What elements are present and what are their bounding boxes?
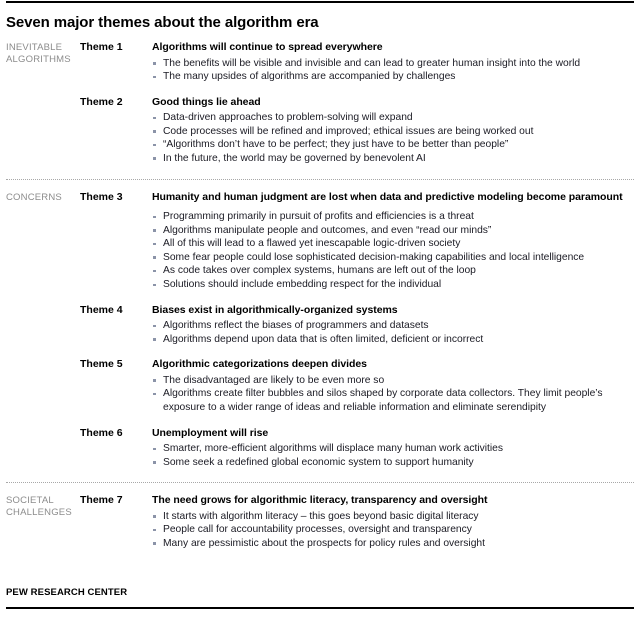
theme-body-4: Biases exist in algorithmically-organize… xyxy=(152,304,634,347)
list-item: People call for accountability processes… xyxy=(152,523,634,537)
theme-label-5: Theme 5 xyxy=(80,358,123,371)
theme-label-4: Theme 4 xyxy=(80,303,123,316)
theme-row: INEVITABLE ALGORITHMS Theme 1 Algorithms… xyxy=(6,41,634,84)
category-label-concerns: CONCERNS xyxy=(6,191,62,203)
theme-label-1: Theme 1 xyxy=(80,41,123,53)
report-sheet: Seven major themes about the algorithm e… xyxy=(0,1,640,617)
theme-bullets-2: Data-driven approaches to problem-solvin… xyxy=(152,111,634,165)
theme-body-1: Algorithms will continue to spread every… xyxy=(152,41,634,84)
theme-bullets-5: The disadvantaged are likely to be even … xyxy=(152,374,634,415)
category-label-societal-challenges: SOCIETAL CHALLENGES xyxy=(6,495,72,518)
list-item: “Algorithms don’t have to be perfect; th… xyxy=(152,138,634,152)
theme-row: Theme 2 Good things lie ahead Data-drive… xyxy=(6,96,634,166)
list-item: The many upsides of algorithms are accom… xyxy=(152,70,634,84)
bottom-rule xyxy=(6,607,634,609)
theme-heading-1: Algorithms will continue to spread every… xyxy=(152,41,383,53)
list-item: As code takes over complex systems, huma… xyxy=(152,264,634,278)
list-item: Algorithms depend upon data that is ofte… xyxy=(152,333,634,347)
list-item: Programming primarily in pursuit of prof… xyxy=(152,210,634,224)
theme-label-7: Theme 7 xyxy=(80,494,123,507)
list-item: Algorithms manipulate people and outcome… xyxy=(152,224,634,238)
theme-row: SOCIETAL CHALLENGES Theme 7 The need gro… xyxy=(6,494,634,550)
list-item: Algorithms create filter bubbles and sil… xyxy=(152,387,634,414)
theme-row: Theme 5 Algorithmic categorizations deep… xyxy=(6,358,634,414)
list-item: In the future, the world may be governed… xyxy=(152,152,634,166)
list-item: Algorithms reflect the biases of program… xyxy=(152,319,634,333)
list-item: Code processes will be refined and impro… xyxy=(152,125,634,139)
theme-bullets-7: It starts with algorithm literacy – this… xyxy=(152,510,634,551)
theme-bullets-1: The benefits will be visible and invisib… xyxy=(152,57,634,84)
theme-heading-2: Good things lie ahead xyxy=(152,95,261,108)
theme-label-3: Theme 3 xyxy=(80,190,123,203)
theme-body-2: Good things lie ahead Data-driven approa… xyxy=(152,96,634,166)
list-item: The disadvantaged are likely to be even … xyxy=(152,374,634,388)
list-item: Some fear people could lose sophisticate… xyxy=(152,251,634,265)
category-spacer xyxy=(6,358,80,359)
theme-row: Theme 4 Biases exist in algorithmically-… xyxy=(6,304,634,347)
theme-body-7: The need grows for algorithmic literacy,… xyxy=(152,494,634,550)
category-label-inevitable-algorithms: INEVITABLE ALGORITHMS xyxy=(6,42,71,65)
list-item: Some seek a redefined global economic sy… xyxy=(152,456,634,470)
theme-heading-7: The need grows for algorithmic literacy,… xyxy=(152,494,488,507)
list-item: Data-driven approaches to problem-solvin… xyxy=(152,111,634,125)
list-item: The benefits will be visible and invisib… xyxy=(152,57,634,71)
theme-row: Theme 6 Unemployment will rise Smarter, … xyxy=(6,427,634,470)
list-item: Solutions should include embedding respe… xyxy=(152,278,634,292)
category-spacer xyxy=(6,304,80,305)
theme-bullets-3: Programming primarily in pursuit of prof… xyxy=(152,210,634,292)
list-item: Smarter, more-efficient algorithms will … xyxy=(152,442,634,456)
section-inevitable-algorithms: INEVITABLE ALGORITHMS Theme 1 Algorithms… xyxy=(6,41,634,166)
list-item: Many are pessimistic about the prospects… xyxy=(152,537,634,551)
theme-row: CONCERNS Theme 3 Humanity and human judg… xyxy=(6,191,634,292)
theme-body-3: Humanity and human judgment are lost whe… xyxy=(152,191,634,292)
category-spacer xyxy=(6,427,80,428)
theme-heading-4: Biases exist in algorithmically-organize… xyxy=(152,303,398,316)
section-societal-challenges: SOCIETAL CHALLENGES Theme 7 The need gro… xyxy=(6,494,634,550)
list-item: It starts with algorithm literacy – this… xyxy=(152,510,634,524)
theme-heading-6: Unemployment will rise xyxy=(152,426,269,439)
theme-label-6: Theme 6 xyxy=(80,426,123,439)
list-item: All of this will lead to a flawed yet in… xyxy=(152,237,634,251)
source-label: PEW RESEARCH CENTER xyxy=(6,587,128,598)
theme-heading-3: Humanity and human judgment are lost whe… xyxy=(152,190,623,203)
theme-body-6: Unemployment will rise Smarter, more-eff… xyxy=(152,427,634,470)
theme-bullets-6: Smarter, more-efficient algorithms will … xyxy=(152,442,634,469)
theme-bullets-4: Algorithms reflect the biases of program… xyxy=(152,319,634,346)
section-concerns: CONCERNS Theme 3 Humanity and human judg… xyxy=(6,191,634,470)
theme-body-5: Algorithmic categorizations deepen divid… xyxy=(152,358,634,414)
category-spacer xyxy=(6,96,80,97)
page-title: Seven major themes about the algorithm e… xyxy=(6,14,319,31)
theme-label-2: Theme 2 xyxy=(80,95,123,108)
theme-heading-5: Algorithmic categorizations deepen divid… xyxy=(152,358,367,371)
